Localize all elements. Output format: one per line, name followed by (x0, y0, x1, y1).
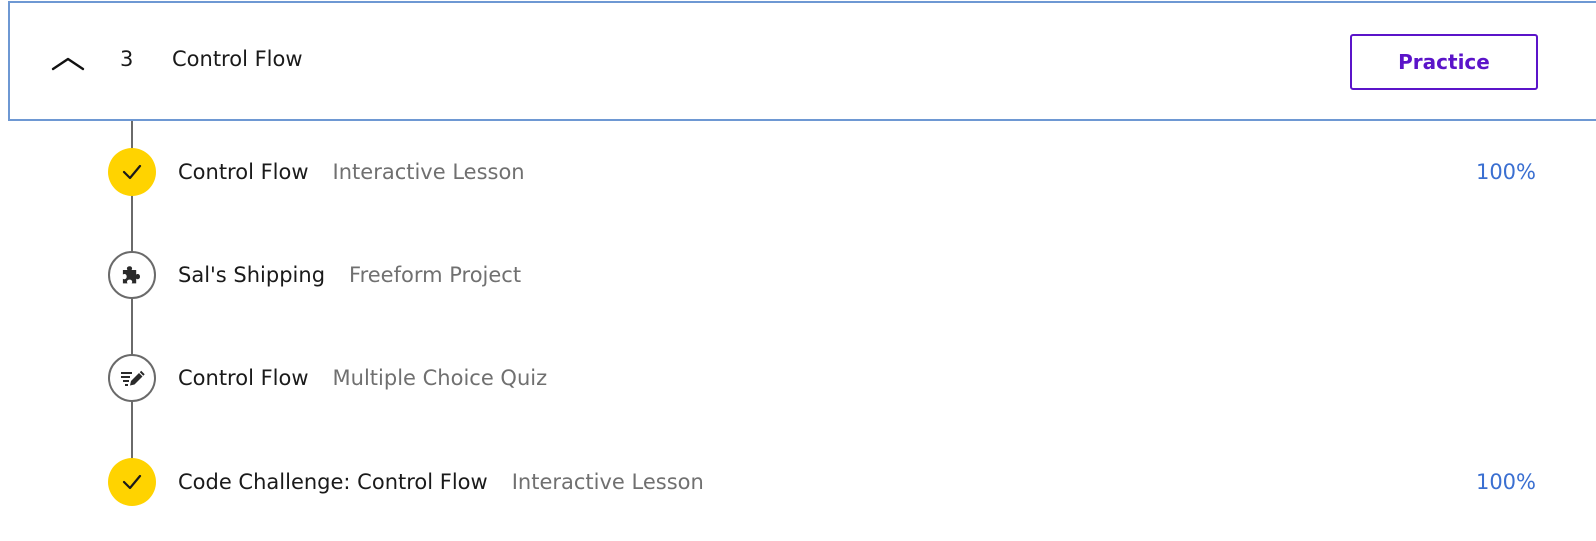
item-label-group: Control Flow Multiple Choice Quiz (178, 348, 547, 408)
section-number: 3 (120, 47, 134, 71)
practice-button[interactable]: Practice (1350, 34, 1538, 90)
quiz-pencil-icon (108, 354, 156, 402)
list-item[interactable]: Control Flow Multiple Choice Quiz (0, 348, 1596, 408)
item-progress: 100% (1475, 470, 1536, 494)
item-type: Interactive Lesson (511, 470, 704, 494)
checkmark-icon (108, 458, 156, 506)
item-title[interactable]: Control Flow (178, 366, 309, 390)
chevron-up-icon[interactable] (50, 53, 86, 73)
section-header[interactable]: 3 Control Flow Practice (8, 1, 1596, 121)
list-item[interactable]: Control Flow Interactive Lesson 100% (0, 142, 1596, 202)
item-type: Interactive Lesson (332, 160, 525, 184)
item-title[interactable]: Sal's Shipping (178, 263, 325, 287)
section-title: Control Flow (172, 47, 303, 71)
item-type: Freeform Project (349, 263, 522, 287)
list-item[interactable]: Sal's Shipping Freeform Project (0, 245, 1596, 305)
checkmark-icon (108, 148, 156, 196)
item-label-group: Control Flow Interactive Lesson (178, 142, 525, 202)
list-item[interactable]: Code Challenge: Control Flow Interactive… (0, 452, 1596, 512)
item-label-group: Sal's Shipping Freeform Project (178, 245, 521, 305)
item-title[interactable]: Control Flow (178, 160, 309, 184)
puzzle-piece-icon (108, 251, 156, 299)
item-label-group: Code Challenge: Control Flow Interactive… (178, 452, 704, 512)
item-type: Multiple Choice Quiz (332, 366, 548, 390)
item-title[interactable]: Code Challenge: Control Flow (178, 470, 488, 494)
item-progress: 100% (1475, 160, 1536, 184)
course-syllabus-page: 3 Control Flow Practice Control Flow Int… (0, 0, 1596, 541)
